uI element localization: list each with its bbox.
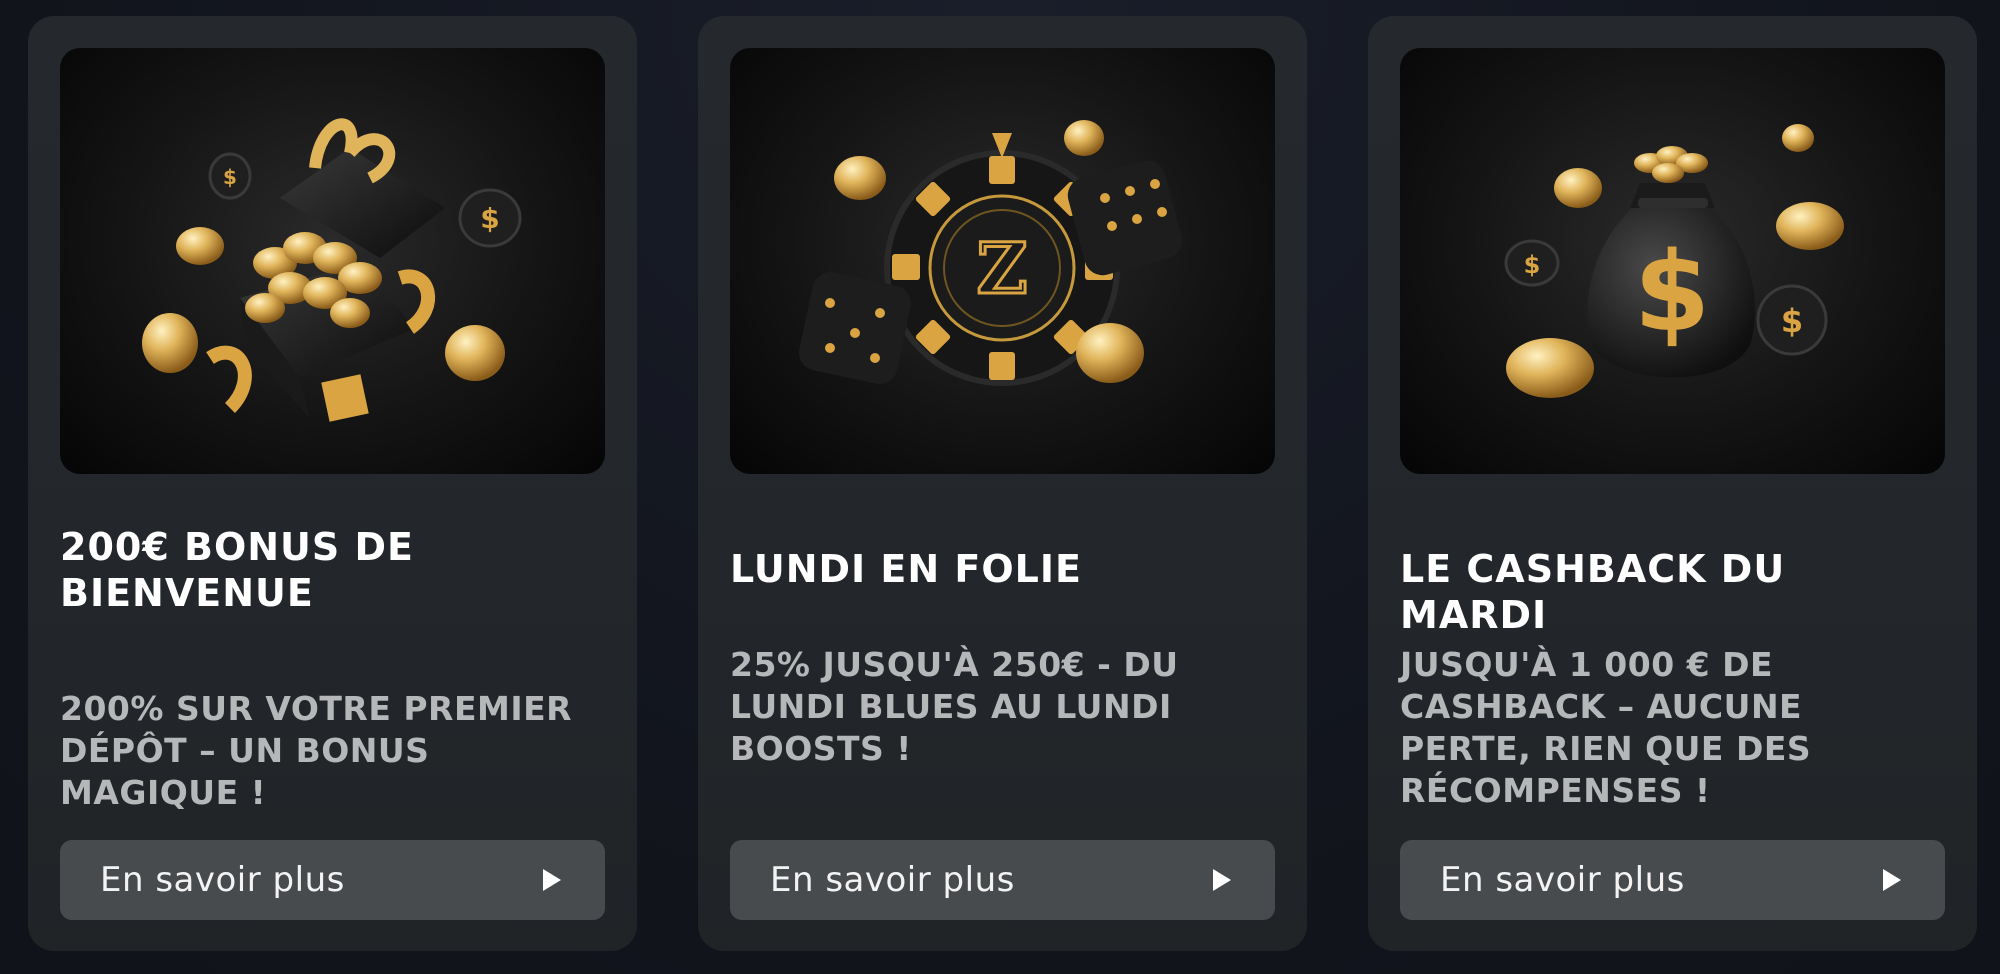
- promo-title: LE CASHBACK DU MARDI: [1400, 547, 1786, 637]
- svg-text:$: $: [223, 165, 237, 189]
- promo-image-gift-box: $ $: [60, 48, 605, 474]
- promo-description: 200% SUR VOTRE PREMIER DÉPÔT – UN BONUS …: [60, 689, 573, 812]
- learn-more-button[interactable]: En savoir plus: [1400, 840, 1945, 920]
- svg-text:Z: Z: [976, 227, 1027, 310]
- play-icon: [543, 869, 561, 891]
- promo-description: JUSQU'À 1 000 € DE CASHBACK – AUCUNE PER…: [1400, 645, 1812, 810]
- svg-text:$: $: [480, 202, 499, 235]
- promo-card-cashback-mardi: $ $ $ LE CASHBACK DU MARDI JUSQU'À 1 000…: [1368, 16, 1977, 951]
- promo-title: 200€ BONUS DE BIENVENUE: [60, 525, 415, 615]
- promotions-grid: $ $ 200€ BONUS DE BIENVENUE 200% SUR VOT…: [0, 0, 2000, 974]
- promo-title: LUNDI EN FOLIE: [730, 547, 1082, 591]
- play-icon: [1213, 869, 1231, 891]
- promo-description: 25% JUSQU'À 250€ - DU LUNDI BLUES AU LUN…: [730, 645, 1179, 768]
- svg-text:$: $: [1524, 251, 1541, 279]
- promo-card-welcome-bonus: $ $ 200€ BONUS DE BIENVENUE 200% SUR VOT…: [28, 16, 637, 951]
- play-icon: [1883, 869, 1901, 891]
- learn-more-label: En savoir plus: [770, 860, 1015, 900]
- svg-text:$: $: [1634, 228, 1711, 356]
- learn-more-label: En savoir plus: [100, 860, 345, 900]
- promo-image-money-bag: $ $ $: [1400, 48, 1945, 474]
- learn-more-button[interactable]: En savoir plus: [60, 840, 605, 920]
- svg-text:$: $: [1781, 302, 1803, 340]
- learn-more-button[interactable]: En savoir plus: [730, 840, 1275, 920]
- learn-more-label: En savoir plus: [1440, 860, 1685, 900]
- promo-image-casino-chip: Z: [730, 48, 1275, 474]
- promo-card-lundi-en-folie: Z LUNDI EN FOLIE 25% JUSQU'À 250€ - DU L…: [698, 16, 1307, 951]
